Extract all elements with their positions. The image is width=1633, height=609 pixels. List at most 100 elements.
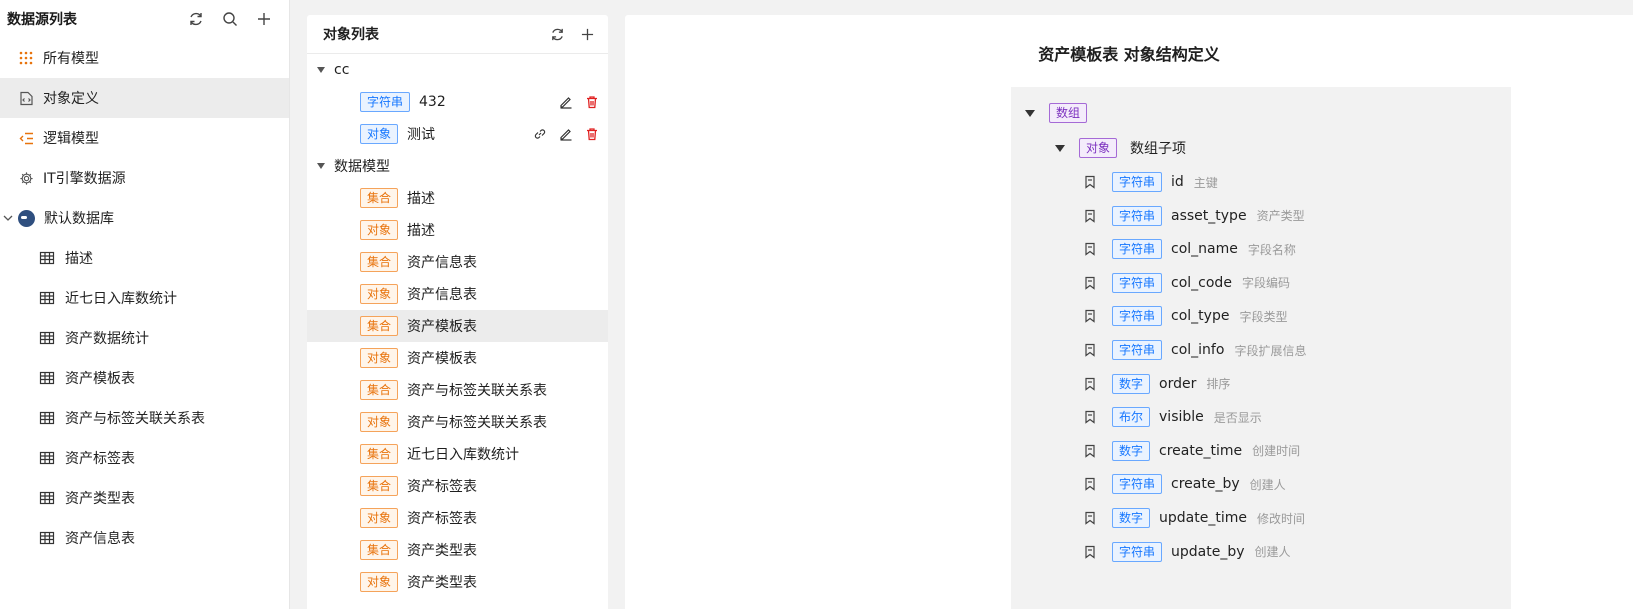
- field-name: order: [1159, 375, 1197, 392]
- refresh-icon[interactable]: [548, 25, 566, 43]
- bookmark-icon[interactable]: [1083, 545, 1097, 559]
- field-row: 字符串 id 主键: [1083, 172, 1218, 192]
- caret-down-icon[interactable]: [1055, 144, 1065, 152]
- field-description: 主键: [1193, 175, 1218, 190]
- link-icon[interactable]: [532, 126, 548, 142]
- object-item[interactable]: 对象 资产信息表: [307, 278, 608, 310]
- nav-logic-model[interactable]: 逻辑模型: [0, 118, 289, 158]
- table-item[interactable]: 资产标签表: [0, 438, 289, 478]
- bookmark-icon[interactable]: [1083, 377, 1097, 391]
- object-item[interactable]: 集合 资产与标签关联关系表: [307, 374, 608, 406]
- nav-all-models[interactable]: 所有模型: [0, 38, 289, 78]
- structure-tree: 数组 对象 数组子项 字符串 id 主键 字符串 asset_type 资产类型 字符串 co…: [1011, 87, 1511, 609]
- bookmark-icon[interactable]: [1083, 511, 1097, 525]
- type-tag: 集合: [360, 476, 399, 496]
- edit-icon[interactable]: [558, 126, 574, 142]
- object-item[interactable]: 集合 资产标签表: [307, 470, 608, 502]
- bookmark-icon[interactable]: [1083, 242, 1097, 256]
- field-description: 资产类型: [1256, 209, 1305, 224]
- table-label: 描述: [65, 251, 93, 267]
- type-tag: 对象: [360, 508, 399, 528]
- bookmark-icon[interactable]: [1083, 477, 1097, 492]
- object-group[interactable]: cc: [307, 54, 608, 86]
- table-icon: [39, 291, 55, 305]
- object-item[interactable]: 集合 资产模板表: [307, 310, 608, 342]
- search-icon[interactable]: [221, 10, 239, 28]
- nav-label: 逻辑模型: [43, 131, 99, 147]
- type-tag: 字符串: [1112, 306, 1163, 327]
- type-tag: 对象: [360, 412, 399, 432]
- add-icon[interactable]: [255, 10, 273, 28]
- gear-icon: [18, 170, 34, 186]
- delete-icon[interactable]: [584, 126, 600, 142]
- object-name: 描述: [407, 191, 436, 207]
- table-item[interactable]: 资产模板表: [0, 358, 289, 398]
- type-tag: 对象: [360, 572, 399, 592]
- object-item[interactable]: 集合 描述: [307, 182, 608, 214]
- table-icon: [39, 411, 55, 425]
- delete-icon[interactable]: [584, 94, 600, 110]
- table-item[interactable]: 近七日入库数统计: [0, 278, 289, 318]
- type-tag: 集合: [360, 380, 399, 400]
- refresh-icon[interactable]: [187, 10, 205, 28]
- object-item[interactable]: 对象 资产模板表: [307, 342, 608, 374]
- nav-it-engine-datasource[interactable]: IT引擎数据源: [0, 158, 289, 198]
- field-row: 数字 update_time 修改时间: [1083, 508, 1305, 528]
- group-label: 数据模型: [334, 159, 390, 175]
- edit-icon[interactable]: [558, 94, 574, 110]
- field-description: 创建时间: [1252, 444, 1301, 459]
- object-name: 近七日入库数统计: [407, 447, 520, 463]
- object-item[interactable]: 字符串 432: [307, 86, 608, 118]
- bookmark-icon[interactable]: [1083, 175, 1097, 189]
- object-item[interactable]: 对象 资产标签表: [307, 502, 608, 534]
- object-item[interactable]: 集合 近七日入库数统计: [307, 438, 608, 470]
- field-description: 排序: [1206, 377, 1231, 392]
- object-item[interactable]: 集合 资产信息表: [307, 246, 608, 278]
- structure-panel: 资产模板表 对象结构定义 数组 对象 数组子项 字符串 id 主键 字符串 asset_…: [625, 15, 1633, 609]
- db-default[interactable]: 默认数据库: [0, 198, 289, 238]
- object-name: 资产信息表: [407, 287, 478, 303]
- bookmark-icon[interactable]: [1083, 276, 1097, 290]
- type-tag: 字符串: [1112, 172, 1163, 192]
- object-list-header: 对象列表: [307, 15, 608, 54]
- field-row: 数字 order 排序: [1083, 373, 1231, 394]
- field-name: create_time: [1159, 442, 1243, 459]
- caret-down-icon[interactable]: [1025, 109, 1035, 117]
- field-row: 字符串 update_by 创建人: [1083, 541, 1291, 562]
- nav-object-definition[interactable]: 对象定义: [0, 78, 289, 118]
- object-item[interactable]: 对象 测试: [307, 118, 608, 150]
- type-tag: 对象: [360, 220, 399, 240]
- bookmark-icon[interactable]: [1083, 309, 1097, 324]
- field-description: 修改时间: [1256, 511, 1305, 526]
- object-item[interactable]: 对象 资产与标签关联关系表: [307, 406, 608, 438]
- object-item[interactable]: 集合 资产类型表: [307, 534, 608, 566]
- table-item[interactable]: 资产与标签关联关系表: [0, 398, 289, 438]
- bookmark-icon[interactable]: [1083, 444, 1097, 458]
- table-label: 资产模板表: [65, 371, 135, 387]
- table-item[interactable]: 资产类型表: [0, 478, 289, 518]
- field-name: visible: [1159, 409, 1204, 426]
- type-tag: 字符串: [1112, 474, 1163, 495]
- object-group[interactable]: 数据模型: [307, 150, 608, 182]
- field-row: 字符串 col_code 字段编码: [1083, 272, 1290, 293]
- bookmark-icon[interactable]: [1083, 343, 1097, 357]
- table-icon: [39, 251, 55, 265]
- field-name: asset_type: [1171, 207, 1247, 224]
- bookmark-icon[interactable]: [1083, 209, 1097, 223]
- type-tag: 对象: [360, 348, 399, 368]
- table-item[interactable]: 资产信息表: [0, 518, 289, 558]
- table-item[interactable]: 资产数据统计: [0, 318, 289, 358]
- type-tag: 字符串: [1112, 205, 1163, 226]
- type-tag: 对象: [360, 124, 399, 144]
- field-description: 字段类型: [1239, 309, 1288, 324]
- field-row: 布尔 visible 是否显示: [1083, 407, 1262, 428]
- object-item[interactable]: 对象 资产类型表: [307, 566, 608, 598]
- bookmark-icon[interactable]: [1083, 410, 1097, 424]
- grid-dots-icon: [18, 50, 34, 66]
- table-item[interactable]: 描述: [0, 238, 289, 278]
- object-name: 资产信息表: [407, 255, 478, 271]
- add-icon[interactable]: [578, 25, 596, 43]
- object-item[interactable]: 对象 描述: [307, 214, 608, 246]
- type-tag: 集合: [360, 252, 399, 272]
- table-list: 描述近七日入库数统计 资产数据统计资产模板表资产与标签关联关系表 资产标签表 资产类型…: [0, 238, 289, 558]
